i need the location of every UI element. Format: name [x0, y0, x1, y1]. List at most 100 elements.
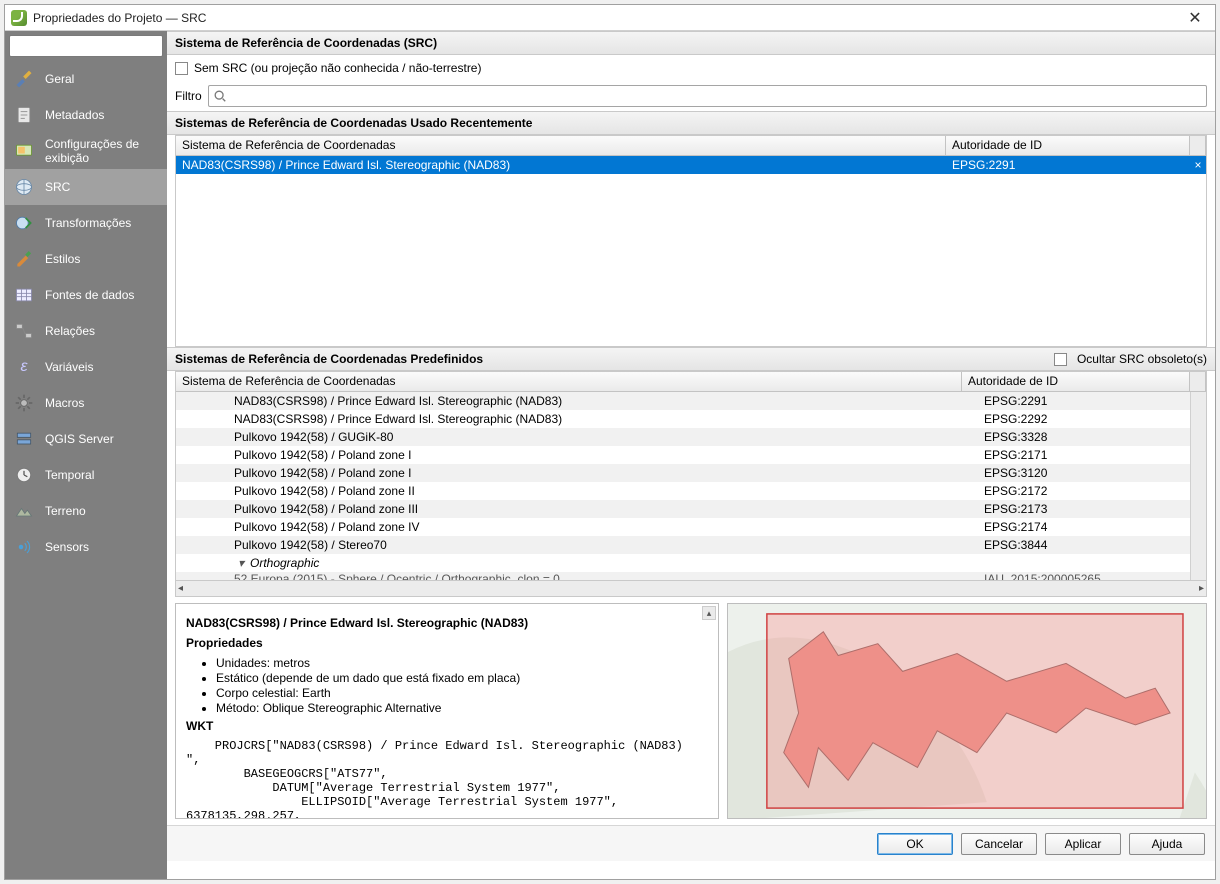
server-icon	[13, 428, 35, 450]
table-group-row[interactable]: ▾Orthographic	[176, 554, 1206, 572]
help-button[interactable]: Ajuda	[1129, 833, 1205, 855]
predef-table-body[interactable]: NAD83(CSRS98) / Prince Edward Isl. Stere…	[176, 392, 1206, 580]
sidebar-item-label: Relações	[45, 324, 159, 338]
table-row[interactable]: Pulkovo 1942(58) / Poland zone IIIEPSG:2…	[176, 500, 1206, 518]
sidebar-item-label: Estilos	[45, 252, 159, 266]
epsilon-icon: ε	[13, 356, 35, 378]
relations-icon	[13, 320, 35, 342]
window-title: Propriedades do Projeto — SRC	[33, 11, 1181, 25]
filter-input[interactable]	[231, 89, 1202, 103]
sidebar-item-crs[interactable]: SRC	[5, 169, 167, 205]
view-icon	[13, 140, 35, 162]
filter-label: Filtro	[175, 89, 202, 103]
sidebar-item-label: Transformações	[45, 216, 159, 230]
table-row[interactable]: NAD83(CSRS98) / Prince Edward Isl. Stere…	[176, 410, 1206, 428]
no-crs-row: Sem SRC (ou projeção não conhecida / não…	[167, 55, 1215, 81]
col-name[interactable]: Sistema de Referência de Coordenadas	[176, 372, 962, 391]
close-icon: ✕	[1188, 8, 1201, 28]
sidebar-item-label: Terreno	[45, 504, 159, 518]
table-row[interactable]: Pulkovo 1942(58) / Poland zone IVEPSG:21…	[176, 518, 1206, 536]
terrain-icon	[13, 500, 35, 522]
sidebar-item-label: Fontes de dados	[45, 288, 159, 302]
vertical-scrollbar[interactable]	[1190, 392, 1206, 580]
filter-input-wrap[interactable]	[208, 85, 1207, 107]
sidebar-item-sensors[interactable]: Sensors	[5, 529, 167, 565]
sidebar-item-styles[interactable]: Estilos	[5, 241, 167, 277]
hide-deprecated-label: Ocultar SRC obsoleto(s)	[1077, 352, 1207, 366]
cancel-button[interactable]: Cancelar	[961, 833, 1037, 855]
table-row[interactable]: Pulkovo 1942(58) / GUGiK-80EPSG:3328	[176, 428, 1206, 446]
remove-recent-icon[interactable]: ×	[1190, 158, 1206, 172]
hide-deprecated-checkbox[interactable]	[1054, 353, 1067, 366]
recent-table-body[interactable]: NAD83(CSRS98) / Prince Edward Isl. Stere…	[176, 156, 1206, 346]
sidebar-item-view-settings[interactable]: Configurações de exibição	[5, 133, 167, 169]
sidebar-item-transformations[interactable]: Transformações	[5, 205, 167, 241]
map-svg	[728, 604, 1206, 818]
chevron-down-icon[interactable]: ▾	[236, 556, 246, 570]
scroll-up-icon[interactable]: ▴	[702, 606, 716, 620]
table-row[interactable]: Pulkovo 1942(58) / Poland zone IEPSG:217…	[176, 446, 1206, 464]
brush-icon	[13, 248, 35, 270]
qgis-icon	[11, 10, 27, 26]
ok-button[interactable]: OK	[877, 833, 953, 855]
detail-wkt-heading: WKT	[186, 719, 708, 733]
list-item: Estático (depende de um dado que está fi…	[216, 671, 708, 685]
scroll-left-icon[interactable]: ◂	[178, 583, 183, 594]
list-item: Unidades: metros	[216, 656, 708, 670]
sidebar-search-input[interactable]	[18, 39, 173, 53]
sidebar-item-label: Macros	[45, 396, 159, 410]
titlebar: Propriedades do Projeto — SRC ✕	[5, 5, 1215, 31]
col-name[interactable]: Sistema de Referência de Coordenadas	[176, 136, 946, 155]
predef-heading: Sistemas de Referência de Coordenadas Pr…	[175, 352, 483, 366]
extent-preview-map[interactable]	[727, 603, 1207, 819]
table-row[interactable]: Pulkovo 1942(58) / Stereo70EPSG:3844	[176, 536, 1206, 554]
table-row[interactable]: 52 Europa (2015) - Sphere / Ocentric / O…	[176, 572, 1206, 580]
project-properties-dialog: Propriedades do Projeto — SRC ✕ Geral Me…	[4, 4, 1216, 880]
table-header: Sistema de Referência de Coordenadas Aut…	[176, 136, 1206, 156]
table-header: Sistema de Referência de Coordenadas Aut…	[176, 372, 1206, 392]
sidebar-item-relations[interactable]: Relações	[5, 313, 167, 349]
sidebar: Geral Metadados Configurações de exibiçã…	[5, 31, 167, 879]
scroll-right-icon[interactable]: ▸	[1199, 583, 1204, 594]
sidebar-item-terrain[interactable]: Terreno	[5, 493, 167, 529]
sidebar-item-general[interactable]: Geral	[5, 61, 167, 97]
table-row[interactable]: NAD83(CSRS98) / Prince Edward Isl. Stere…	[176, 156, 1206, 174]
dialog-footer: OK Cancelar Aplicar Ajuda	[167, 825, 1215, 861]
sidebar-item-label: SRC	[45, 180, 159, 194]
document-icon	[13, 104, 35, 126]
sidebar-item-label: QGIS Server	[45, 432, 159, 446]
recent-table: Sistema de Referência de Coordenadas Aut…	[175, 135, 1207, 347]
horizontal-scrollbar[interactable]: ◂ ▸	[175, 581, 1207, 597]
sidebar-item-metadata[interactable]: Metadados	[5, 97, 167, 133]
cell-name: NAD83(CSRS98) / Prince Edward Isl. Stere…	[176, 158, 946, 172]
close-button[interactable]: ✕	[1181, 7, 1209, 29]
crs-detail-box[interactable]: ▴ NAD83(CSRS98) / Prince Edward Isl. Ste…	[175, 603, 719, 819]
sidebar-item-macros[interactable]: Macros	[5, 385, 167, 421]
col-scroll-stub	[1190, 372, 1206, 391]
sidebar-item-data-sources[interactable]: Fontes de dados	[5, 277, 167, 313]
sidebar-item-qgis-server[interactable]: QGIS Server	[5, 421, 167, 457]
globe-icon	[13, 176, 35, 198]
sidebar-item-variables[interactable]: ε Variáveis	[5, 349, 167, 385]
sidebar-item-label: Variáveis	[45, 360, 159, 374]
list-item: Método: Oblique Stereographic Alternativ…	[216, 701, 708, 715]
sidebar-item-label: Configurações de exibição	[45, 137, 159, 166]
sidebar-item-temporal[interactable]: Temporal	[5, 457, 167, 493]
no-crs-label: Sem SRC (ou projeção não conhecida / não…	[194, 61, 481, 75]
table-row[interactable]: Pulkovo 1942(58) / Poland zone IEPSG:312…	[176, 464, 1206, 482]
sidebar-search[interactable]	[9, 35, 163, 57]
sensor-icon	[13, 536, 35, 558]
apply-button[interactable]: Aplicar	[1045, 833, 1121, 855]
sidebar-item-label: Sensors	[45, 540, 159, 554]
no-crs-checkbox[interactable]	[175, 62, 188, 75]
recent-heading: Sistemas de Referência de Coordenadas Us…	[167, 111, 1215, 135]
table-row[interactable]: Pulkovo 1942(58) / Poland zone IIEPSG:21…	[176, 482, 1206, 500]
table-row[interactable]: NAD83(CSRS98) / Prince Edward Isl. Stere…	[176, 392, 1206, 410]
detail-props-heading: Propriedades	[186, 636, 708, 650]
sidebar-item-label: Geral	[45, 72, 159, 86]
wrench-icon	[13, 68, 35, 90]
col-auth[interactable]: Autoridade de ID	[962, 372, 1190, 391]
col-auth[interactable]: Autoridade de ID	[946, 136, 1190, 155]
clock-icon	[13, 464, 35, 486]
sidebar-item-label: Metadados	[45, 108, 159, 122]
